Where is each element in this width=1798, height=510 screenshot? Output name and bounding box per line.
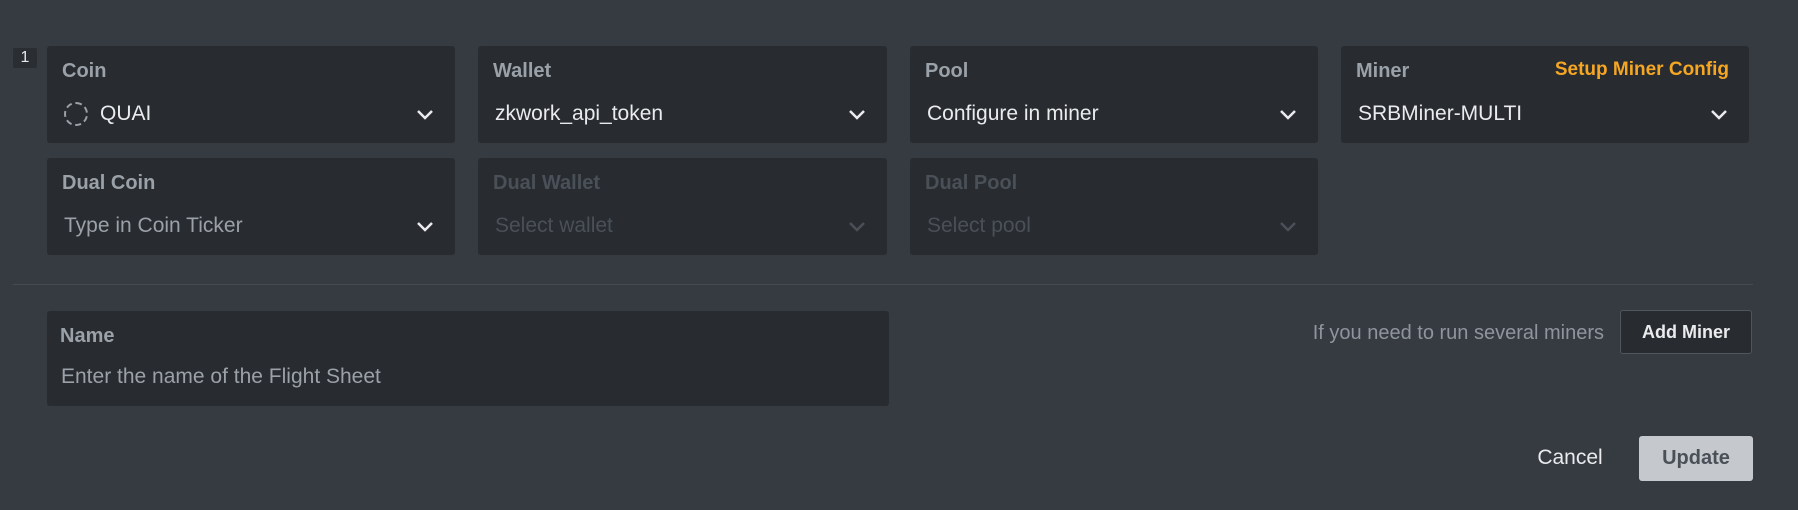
wallet-label: Wallet <box>493 60 552 82</box>
dual-coin-label: Dual Coin <box>62 172 156 194</box>
dual-coin-placeholder: Type in Coin Ticker <box>64 214 243 237</box>
coin-select[interactable]: Coin QUAI <box>47 46 455 143</box>
dual-wallet-placeholder: Select wallet <box>495 214 613 237</box>
coin-value-text: QUAI <box>100 102 152 125</box>
chevron-down-icon <box>847 216 867 236</box>
cancel-button[interactable]: Cancel <box>1520 436 1620 480</box>
dual-pool-label: Dual Pool <box>925 172 1018 194</box>
pool-value: Configure in miner <box>927 102 1099 125</box>
chevron-down-icon[interactable] <box>415 216 435 236</box>
dual-wallet-label: Dual Wallet <box>493 172 601 194</box>
dual-wallet-select: Dual Wallet Select wallet <box>478 158 887 255</box>
dual-pool-select: Dual Pool Select pool <box>910 158 1318 255</box>
name-label: Name <box>60 325 115 347</box>
chevron-down-icon <box>1278 216 1298 236</box>
chevron-down-icon[interactable] <box>1709 104 1729 124</box>
chevron-down-icon[interactable] <box>847 104 867 124</box>
chevron-down-icon[interactable] <box>415 104 435 124</box>
coin-placeholder-icon <box>64 102 88 126</box>
pool-label: Pool <box>925 60 969 82</box>
flight-sheet-name-input[interactable]: Name Enter the name of the Flight Sheet <box>47 311 889 406</box>
wallet-value: zkwork_api_token <box>495 102 664 125</box>
name-placeholder: Enter the name of the Flight Sheet <box>61 365 381 388</box>
coin-label: Coin <box>62 60 107 82</box>
update-button[interactable]: Update <box>1639 436 1753 481</box>
dual-pool-placeholder: Select pool <box>927 214 1031 237</box>
miner-select[interactable]: Miner Setup Miner Config SRBMiner-MULTI <box>1341 46 1749 143</box>
chevron-down-icon[interactable] <box>1278 104 1298 124</box>
miner-value: SRBMiner-MULTI <box>1358 102 1523 125</box>
add-miner-button[interactable]: Add Miner <box>1620 310 1752 354</box>
section-divider <box>13 284 1753 285</box>
setup-miner-config-link[interactable]: Setup Miner Config <box>1555 59 1729 81</box>
row-index-badge: 1 <box>13 48 37 68</box>
wallet-select[interactable]: Wallet zkwork_api_token <box>478 46 887 143</box>
add-miner-hint: If you need to run several miners <box>1312 322 1604 344</box>
dual-coin-select[interactable]: Dual Coin Type in Coin Ticker <box>47 158 455 255</box>
pool-select[interactable]: Pool Configure in miner <box>910 46 1318 143</box>
coin-value: QUAI <box>64 100 151 128</box>
